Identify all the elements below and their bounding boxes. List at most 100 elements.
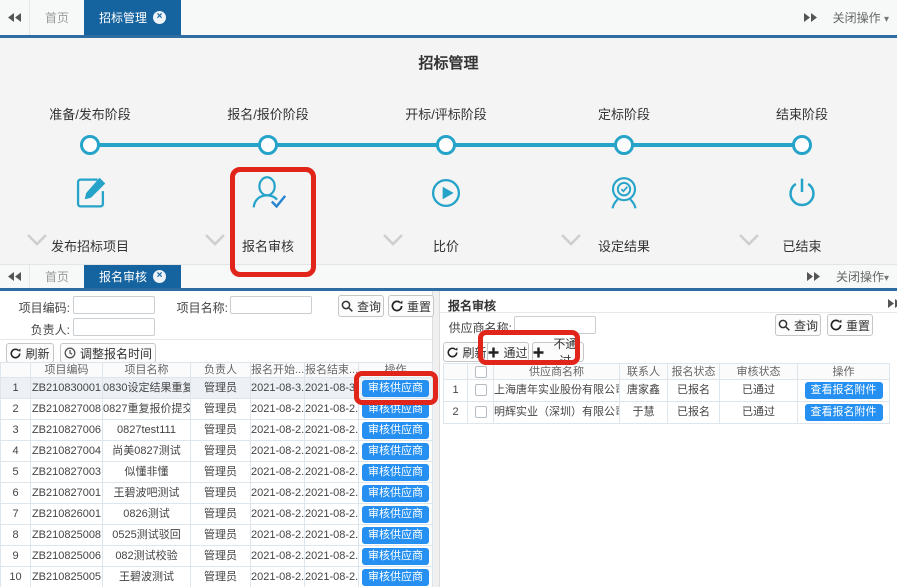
signup-start-cell: 2021-08-2... — [251, 441, 305, 462]
reset-button[interactable]: 重置 — [388, 295, 434, 317]
supplier-name-link[interactable]: 上海唐年实业股份有限公司 — [494, 380, 620, 402]
manager-input[interactable] — [73, 318, 155, 336]
supplier-table-row[interactable]: 1 上海唐年实业股份有限公司 唐家鑫 已报名 已通过 查看报名附件 — [443, 380, 889, 402]
row-index: 2 — [444, 402, 468, 424]
project-name-link[interactable]: 0827test111 — [103, 420, 191, 441]
project-code-cell: ZB210827006 — [31, 420, 103, 441]
signup-end-cell: 2021-08-2... — [305, 462, 359, 483]
project-table-row[interactable]: 6 ZB210827001 王碧波吧测试 管理员 2021-08-2... 20… — [0, 483, 432, 504]
finished-button[interactable] — [779, 170, 825, 216]
project-name-link[interactable]: 0826测试 — [103, 504, 191, 525]
divider — [0, 339, 432, 340]
supplier-name-link[interactable]: 明辉实业（深圳）有限公司 — [494, 402, 620, 424]
select-all-checkbox[interactable] — [475, 366, 487, 378]
publish-project-button[interactable] — [67, 170, 113, 216]
audit-supplier-button[interactable]: 审核供应商 — [362, 422, 429, 439]
double-chevron-right-icon[interactable] — [888, 299, 897, 308]
tab-bid-management[interactable]: 招标管理 × — [84, 0, 181, 35]
action-label-set-result[interactable]: 设定结果 — [544, 236, 704, 255]
row-index: 1 — [444, 380, 468, 402]
action-label-publish[interactable]: 发布招标项目 — [10, 236, 170, 255]
project-table-row[interactable]: 8 ZB210825008 0525测试驳回 管理员 2021-08-2... … — [0, 525, 432, 546]
audit-supplier-button[interactable]: 审核供应商 — [362, 506, 429, 523]
manager-cell: 管理员 — [191, 462, 251, 483]
search-button[interactable]: 查询 — [775, 314, 821, 336]
row-checkbox[interactable] — [475, 406, 487, 418]
audit-supplier-button[interactable]: 审核供应商 — [362, 548, 429, 565]
action-label-finished[interactable]: 已结束 — [722, 236, 882, 255]
view-attachment-button[interactable]: 查看报名附件 — [805, 404, 883, 421]
project-name-input[interactable] — [230, 296, 312, 314]
project-table-row[interactable]: 4 ZB210827004 尚美0827测试 管理员 2021-08-2... … — [0, 441, 432, 462]
supplier-table-row[interactable]: 2 明辉实业（深圳）有限公司 于慧 已报名 已通过 查看报名附件 — [443, 402, 889, 424]
collapse-left-button[interactable] — [0, 0, 30, 35]
phase-label-2: 报名/报价阶段 — [188, 104, 348, 123]
project-code-cell: ZB210827008 — [31, 399, 103, 420]
phase-label-3: 开标/评标阶段 — [366, 104, 526, 123]
audit-supplier-button[interactable]: 审核供应商 — [362, 485, 429, 502]
close-operations-dropdown[interactable]: 关闭操作 ▾ — [833, 9, 889, 26]
header-select-all[interactable] — [468, 363, 494, 380]
project-name-link[interactable]: 尚美0827测试 — [103, 441, 191, 462]
project-table-row[interactable]: 10 ZB210825005 王碧波测试 管理员 2021-08-2... 20… — [0, 567, 432, 587]
project-table-row[interactable]: 3 ZB210827006 0827test111 管理员 2021-08-2.… — [0, 420, 432, 441]
search-button[interactable]: 查询 — [338, 295, 384, 317]
row-index: 1 — [1, 378, 31, 399]
panel-divider — [432, 291, 440, 587]
project-name-link[interactable]: 0830设定结果重复... — [103, 378, 191, 399]
timeline-dot-4 — [614, 135, 634, 155]
highlight-box-signup-audit-stage — [230, 167, 316, 277]
sub-tabbar: 首页 报名审核 × 关闭操作▾ — [0, 265, 897, 291]
reset-button[interactable]: 重置 — [827, 314, 873, 336]
project-name-link[interactable]: 王碧波测试 — [103, 567, 191, 587]
header-index — [444, 363, 468, 380]
contact-cell: 于慧 — [620, 402, 668, 424]
close-operations-dropdown[interactable]: 关闭操作▾ — [836, 268, 889, 285]
phase-label-4: 定标阶段 — [544, 104, 704, 123]
edit-pencil-icon — [69, 172, 111, 214]
view-attachment-button[interactable]: 查看报名附件 — [805, 382, 883, 399]
tab-signup-audit[interactable]: 报名审核 × — [84, 265, 181, 288]
double-chevron-right-icon[interactable] — [807, 272, 820, 281]
project-name-link[interactable]: 王碧波吧测试 — [103, 483, 191, 504]
audit-status-cell: 已通过 — [720, 380, 798, 402]
row-index: 8 — [1, 525, 31, 546]
project-name-link[interactable]: 082测试校验 — [103, 546, 191, 567]
clock-icon — [64, 347, 76, 359]
project-name-link[interactable]: 似懂非懂 — [103, 462, 191, 483]
project-code-cell: ZB210825006 — [31, 546, 103, 567]
project-table-row[interactable]: 5 ZB210827003 似懂非懂 管理员 2021-08-2... 2021… — [0, 462, 432, 483]
project-name-link[interactable]: 0525测试驳回 — [103, 525, 191, 546]
audit-supplier-button[interactable]: 审核供应商 — [362, 443, 429, 460]
audit-supplier-button[interactable]: 审核供应商 — [362, 569, 429, 586]
row-index: 10 — [1, 567, 31, 587]
signup-start-cell: 2021-08-2... — [251, 483, 305, 504]
project-table-row[interactable]: 9 ZB210825006 082测试校验 管理员 2021-08-2... 2… — [0, 546, 432, 567]
action-label-compare[interactable]: 比价 — [366, 236, 526, 255]
project-name-label: 项目名称: — [172, 299, 228, 316]
refresh-list-button[interactable]: 刷新 — [6, 343, 54, 363]
row-index: 9 — [1, 546, 31, 567]
tab-home[interactable]: 首页 — [30, 265, 84, 288]
signup-start-cell: 2021-08-2... — [251, 546, 305, 567]
audit-supplier-button[interactable]: 审核供应商 — [362, 527, 429, 544]
project-table-row[interactable]: 7 ZB210826001 0826测试 管理员 2021-08-2... 20… — [0, 504, 432, 525]
tab-home[interactable]: 首页 — [30, 0, 84, 35]
manager-cell: 管理员 — [191, 567, 251, 587]
row-checkbox[interactable] — [475, 384, 487, 396]
adjust-signup-time-button[interactable]: 调整报名时间 — [60, 343, 156, 363]
price-compare-button[interactable] — [423, 170, 469, 216]
signup-end-cell: 2021-08-2... — [305, 399, 359, 420]
set-result-button[interactable] — [601, 170, 647, 216]
close-tab-icon[interactable]: × — [153, 11, 166, 24]
collapse-left-button[interactable] — [0, 265, 30, 288]
tab-home-label: 首页 — [45, 268, 69, 285]
close-tab-icon[interactable]: × — [153, 270, 166, 283]
double-chevron-right-icon[interactable] — [804, 13, 817, 22]
refresh-icon — [391, 300, 403, 312]
audit-supplier-button[interactable]: 审核供应商 — [362, 464, 429, 481]
refresh-icon — [830, 319, 842, 331]
project-code-input[interactable] — [73, 296, 155, 314]
signup-start-cell: 2021-08-2... — [251, 462, 305, 483]
project-name-link[interactable]: 0827重复报价提交... — [103, 399, 191, 420]
